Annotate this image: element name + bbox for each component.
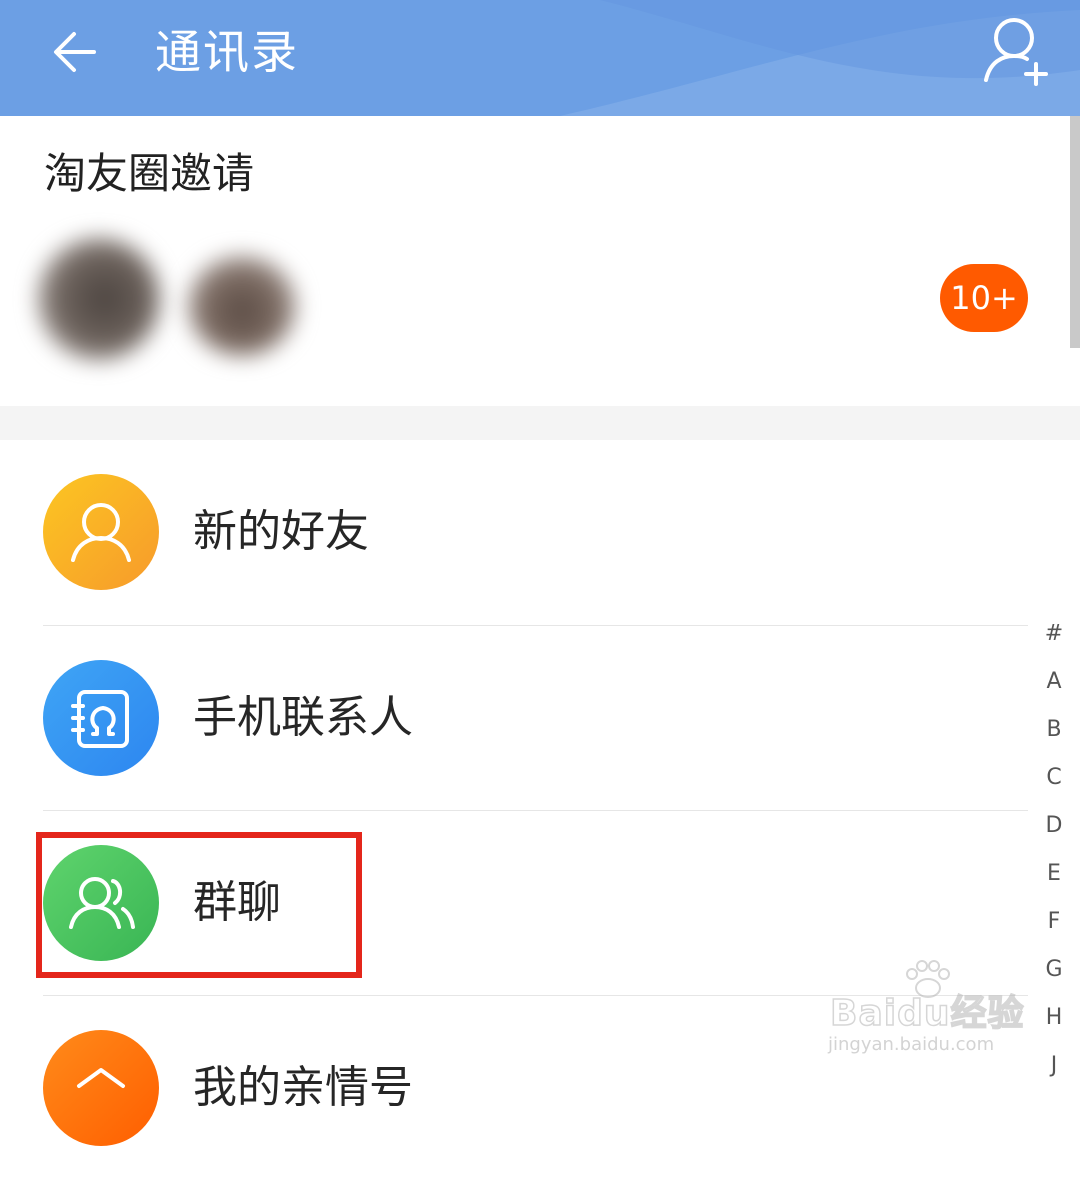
menu-item-new-friends[interactable]: 新的好友 [0, 440, 1030, 625]
menu-item-label: 手机联系人 [193, 692, 413, 743]
watermark-url: jingyan.baidu.com [828, 1034, 995, 1055]
phone-contacts-book-icon [43, 660, 159, 776]
menu-item-label: 新的好友 [193, 506, 369, 557]
taoyou-circle-invitations[interactable]: 淘友圈邀请 10+ [0, 116, 1080, 406]
menu-item-label: 我的亲情号 [193, 1062, 413, 1113]
menu-item-phone-contacts[interactable]: 手机联系人 [0, 626, 1030, 811]
index-letter[interactable]: E [1036, 850, 1072, 898]
scrollbar[interactable] [1070, 116, 1080, 348]
index-letter[interactable]: C [1036, 754, 1072, 802]
index-letter[interactable]: B [1036, 706, 1072, 754]
page-title: 通讯录 [155, 25, 299, 79]
watermark-brand: Baidu经验 [829, 992, 1025, 1035]
blurred-avatar [188, 256, 296, 356]
back-arrow-icon [54, 32, 96, 72]
new-friend-person-icon [43, 474, 159, 590]
section-separator [0, 406, 1080, 440]
back-button[interactable] [46, 22, 106, 82]
add-contact-icon [984, 18, 1048, 86]
index-letter[interactable]: H [1036, 994, 1072, 1042]
top-app-bar: 通讯录 [0, 0, 1080, 116]
group-chat-highlight-frame [36, 832, 362, 978]
alphabet-index[interactable]: # A B C D E F G H J [1036, 610, 1072, 1090]
invitation-count-badge: 10+ [940, 264, 1028, 332]
add-friend-button[interactable] [976, 12, 1056, 92]
blurred-avatar [38, 238, 160, 360]
baidu-jingyan-watermark: Baidu经验 jingyan.baidu.com [828, 960, 1028, 1064]
index-letter[interactable]: A [1036, 658, 1072, 706]
index-letter[interactable]: G [1036, 946, 1072, 994]
index-letter[interactable]: J [1036, 1042, 1072, 1090]
index-letter[interactable]: F [1036, 898, 1072, 946]
family-account-icon [43, 1030, 159, 1146]
invitation-section-title: 淘友圈邀请 [44, 149, 255, 198]
index-letter[interactable]: # [1036, 610, 1072, 658]
index-letter[interactable]: D [1036, 802, 1072, 850]
